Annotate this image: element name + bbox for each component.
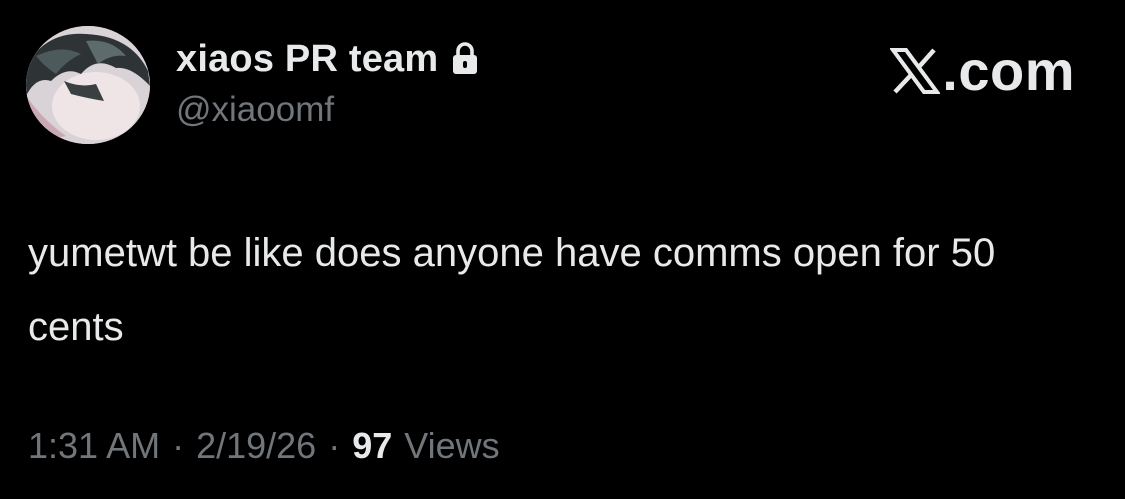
profile-picture <box>26 26 150 144</box>
x-logo-icon <box>890 47 941 95</box>
meta-separator: · <box>328 425 341 466</box>
author-display-name[interactable]: xiaos PR team <box>176 38 438 81</box>
tweet-meta: 1:31 AM · 2/19/26 · 97 Views <box>28 425 500 467</box>
author-name-row: xiaos PR team <box>176 36 480 82</box>
views-label: Views <box>404 425 500 466</box>
views-count: 97 <box>352 425 393 466</box>
tweet-card: xiaos PR team @xiaoomf .com yumetwt be l… <box>0 0 1125 499</box>
tweet-time[interactable]: 1:31 AM <box>28 425 160 467</box>
avatar[interactable] <box>26 26 150 144</box>
author-handle[interactable]: @xiaoomf <box>176 90 334 130</box>
brand-text: .com <box>942 39 1075 102</box>
tweet-text: yumetwt be like does anyone have comms o… <box>28 231 996 349</box>
meta-separator: · <box>172 425 185 466</box>
brand-logo: .com <box>890 40 1075 102</box>
tweet-date[interactable]: 2/19/26 <box>196 425 316 467</box>
lock-icon <box>450 42 480 76</box>
